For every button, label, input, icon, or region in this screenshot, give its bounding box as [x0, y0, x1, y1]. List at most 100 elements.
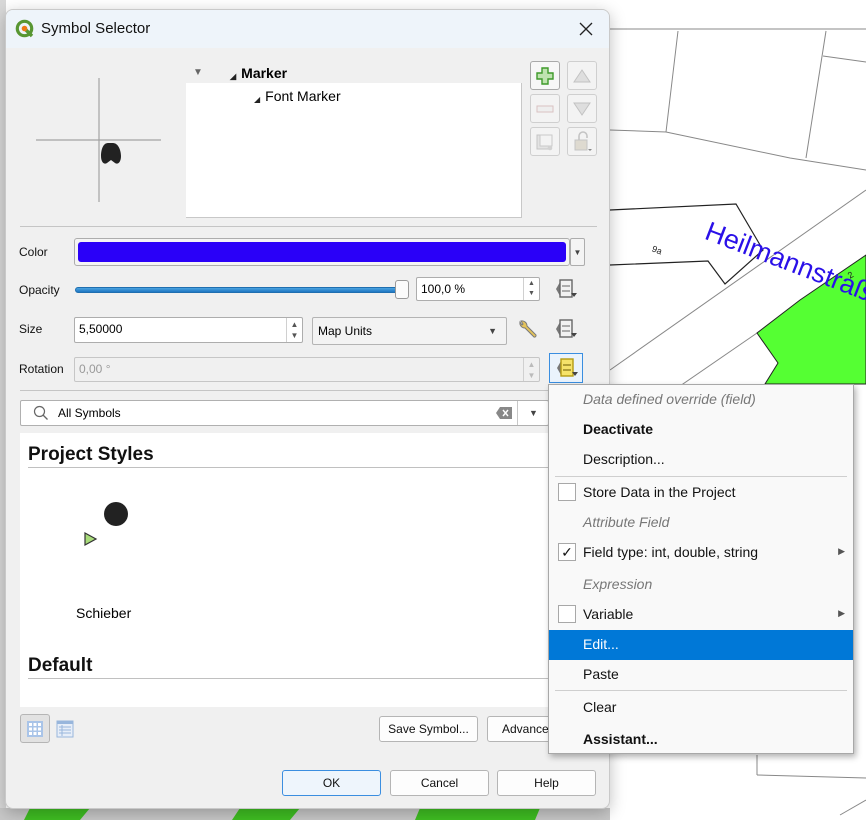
help-button[interactable]: Help [497, 770, 596, 796]
tree-item-font-marker[interactable]: ◢ Font Marker [254, 88, 341, 104]
move-down-icon [573, 102, 591, 116]
spin-arrows[interactable]: ▲ ▼ [523, 278, 539, 300]
map-parcel-line [756, 774, 866, 779]
size-data-defined-button[interactable] [548, 314, 582, 344]
close-icon [579, 22, 593, 36]
opacity-label: Opacity [19, 283, 60, 297]
symbol-preview [36, 78, 161, 202]
opacity-spinbox[interactable]: 100,0 % ▲ ▼ [416, 277, 540, 301]
tree-item-marker[interactable]: ◢ Marker [230, 65, 287, 81]
size-unit-combobox[interactable]: Map Units ▼ [312, 317, 507, 345]
menu-item-description[interactable]: Description... [549, 445, 853, 475]
qgis-logo-icon [15, 19, 34, 38]
opacity-slider[interactable] [75, 287, 400, 293]
menu-item-field-type[interactable]: ✓ Field type: int, double, string ▶ [549, 538, 853, 568]
lock-layer-button[interactable] [567, 127, 597, 156]
search-icon [33, 405, 48, 420]
move-up-button[interactable] [567, 61, 597, 90]
icon-view-button[interactable] [20, 714, 50, 743]
map-parcel-line [839, 799, 866, 816]
remove-layer-icon [536, 105, 554, 112]
duplicate-layer-button[interactable] [530, 127, 560, 156]
rotation-spinbox[interactable]: 0,00 ° ▲ ▼ [74, 357, 540, 382]
search-dropdown-button[interactable]: ▼ [517, 401, 549, 425]
map-green-parcel [232, 808, 300, 820]
color-button[interactable] [74, 238, 570, 266]
wrench-icon [519, 320, 537, 338]
symbol-group-header: Project Styles [28, 443, 548, 468]
spin-arrows[interactable]: ▲ ▼ [286, 318, 302, 342]
title-bar[interactable]: Symbol Selector [6, 10, 609, 48]
tree-item-label: Marker [241, 65, 288, 81]
menu-item-variable[interactable]: Variable ▶ [549, 600, 853, 630]
font-marker-glyph [101, 143, 121, 164]
color-dropdown-button[interactable]: ▼ [570, 238, 585, 266]
spin-arrows[interactable]: ▲ ▼ [523, 358, 539, 381]
map-green-parcel [415, 808, 540, 820]
symbol-layer-tree[interactable] [186, 83, 522, 218]
menu-item-deactivate[interactable]: Deactivate [549, 415, 853, 445]
size-spinbox[interactable]: 5,50000 ▲ ▼ [74, 317, 303, 343]
tree-node-icon: ◢ [230, 72, 237, 81]
save-symbol-button[interactable]: Save Symbol... [379, 716, 478, 742]
tree-item-label: Font Marker [265, 88, 341, 104]
size-unit-value: Map Units [318, 324, 373, 338]
opacity-data-defined-button[interactable] [548, 274, 582, 304]
color-swatch [78, 242, 566, 262]
move-up-icon [573, 68, 591, 82]
menu-item-assistant[interactable]: Assistant... [549, 725, 853, 755]
checkbox-unchecked[interactable] [558, 483, 576, 501]
grid-view-icon [27, 720, 43, 737]
menu-header-expression: Expression [583, 576, 653, 592]
tree-expand-arrow[interactable]: ▼ [193, 67, 203, 78]
data-defined-icon [556, 279, 577, 298]
rotation-data-defined-button[interactable] [549, 353, 583, 383]
lock-icon [574, 130, 592, 151]
symbol-selector-dialog: Symbol Selector ▼ ◢ Marker ◢ Font Marker C… [5, 9, 610, 809]
close-button[interactable] [563, 10, 609, 48]
map-parcel-line [609, 30, 679, 133]
menu-separator [555, 476, 847, 477]
menu-item-store-data[interactable]: Store Data in the Project [549, 478, 853, 508]
menu-item-clear[interactable]: Clear [549, 693, 853, 723]
rotation-label: Rotation [19, 362, 64, 376]
tree-node-icon: ◢ [254, 95, 261, 104]
opacity-value: 100,0 % [421, 282, 466, 296]
checkbox-checked[interactable]: ✓ [558, 543, 576, 561]
chevron-down-icon: ▼ [488, 326, 497, 336]
list-view-button[interactable] [50, 714, 80, 743]
list-view-icon [56, 720, 74, 737]
symbol-item-label: Schieber [76, 605, 132, 621]
unit-settings-button[interactable] [511, 315, 545, 345]
menu-separator [555, 690, 847, 691]
map-parcel-line [822, 55, 866, 63]
rotation-value: 0,00 ° [79, 362, 111, 376]
symbol-library-view[interactable]: Project Styles Schieber Default [20, 433, 549, 707]
data-defined-active-icon [557, 358, 578, 377]
dialog-title: Symbol Selector [41, 20, 151, 37]
search-value: All Symbols [58, 406, 121, 420]
cancel-button[interactable]: Cancel [390, 770, 489, 796]
map-parcel-line [679, 332, 758, 387]
menu-header-data-defined: Data defined override (field) [583, 391, 756, 407]
checkbox-unchecked[interactable] [558, 605, 576, 623]
map-green-parcel [24, 808, 90, 820]
symbol-group-header: Default [28, 654, 548, 679]
clear-search-icon[interactable] [496, 407, 512, 419]
menu-item-edit[interactable]: Edit... [549, 630, 853, 660]
submenu-arrow-icon: ▶ [838, 546, 845, 556]
menu-item-paste[interactable]: Paste [549, 660, 853, 690]
size-value: 5,50000 [79, 322, 123, 336]
remove-layer-button[interactable] [530, 94, 560, 123]
add-layer-icon [536, 66, 554, 85]
map-parcel-line [805, 30, 827, 159]
opacity-slider-handle[interactable] [395, 280, 409, 299]
menu-header-attribute-field: Attribute Field [583, 514, 670, 530]
ok-button[interactable]: OK [282, 770, 381, 796]
symbol-search-combobox[interactable]: All Symbols ▼ [20, 400, 549, 426]
divider [20, 226, 597, 227]
add-layer-button[interactable] [530, 61, 560, 90]
data-defined-context-menu: Data defined override (field) Deactivate… [548, 384, 854, 754]
data-defined-icon [556, 319, 577, 338]
move-down-button[interactable] [567, 94, 597, 123]
